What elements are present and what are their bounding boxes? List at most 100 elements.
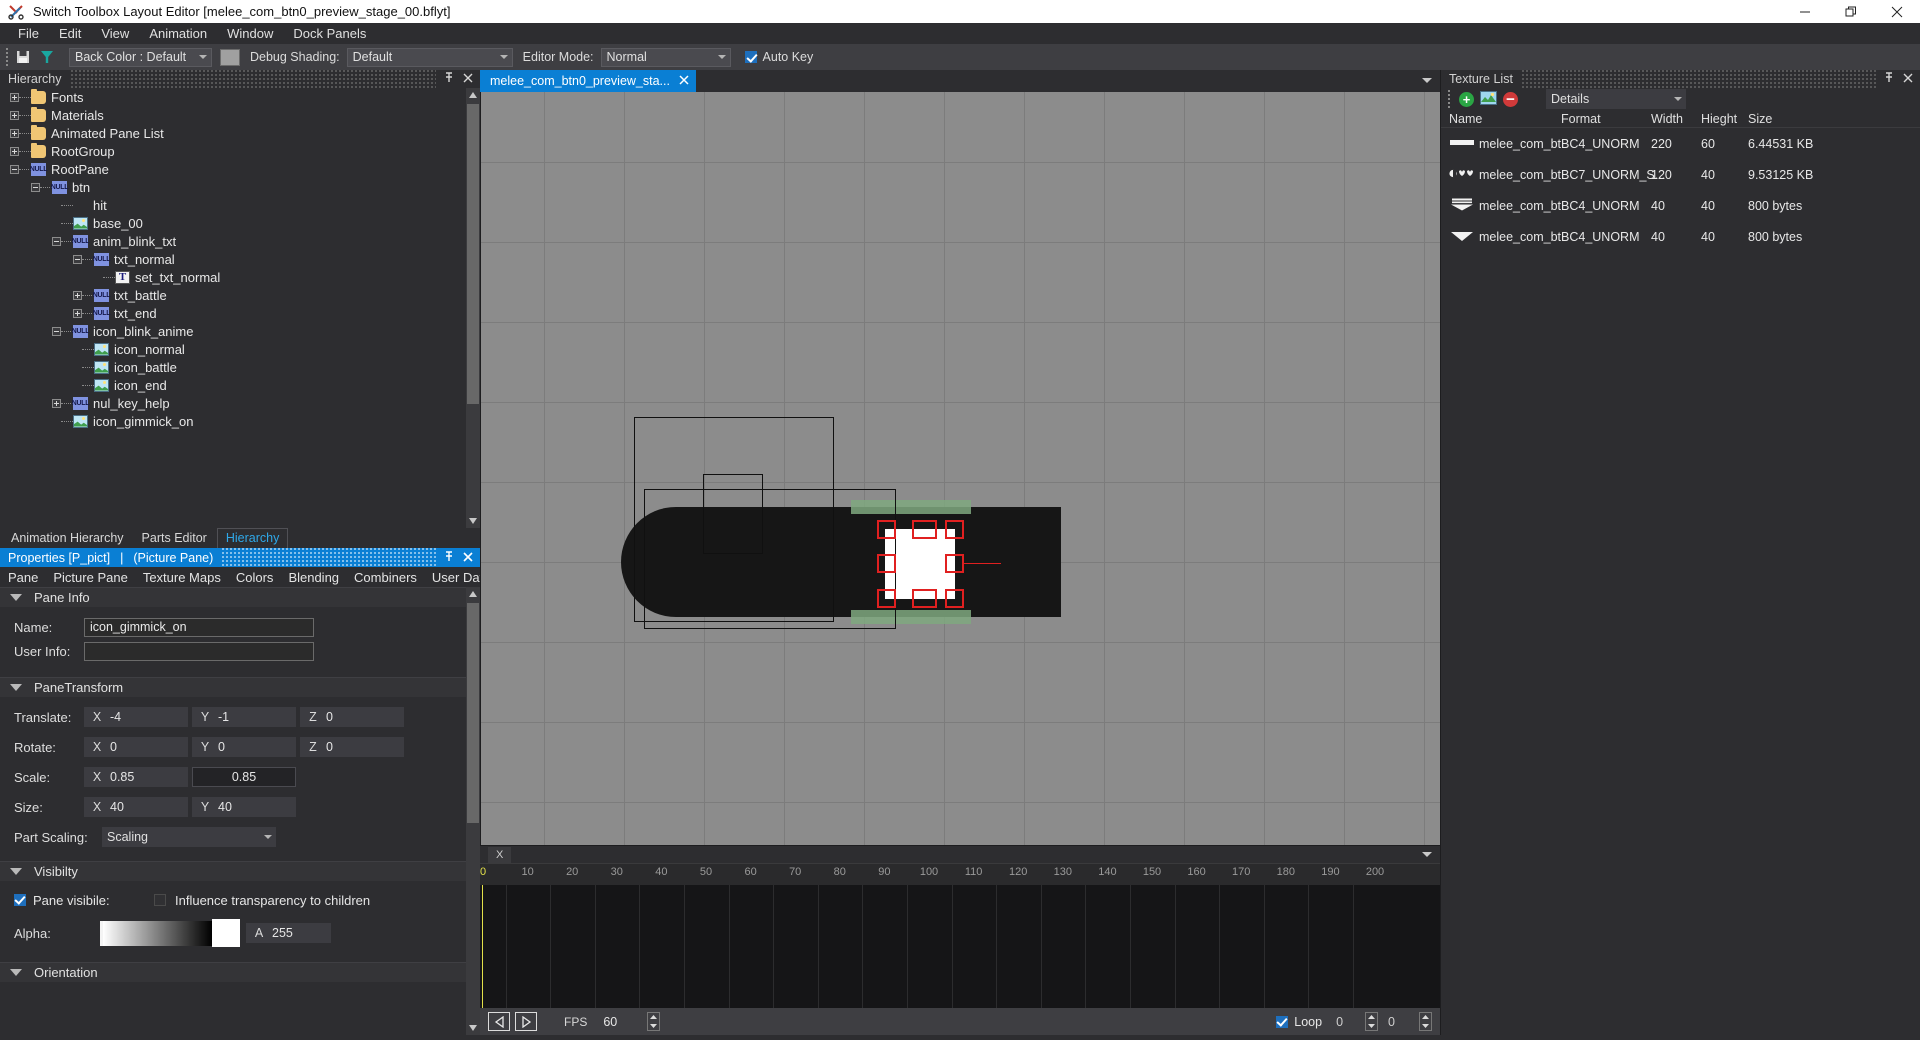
tab-colors[interactable]: Colors <box>236 570 282 585</box>
expander-plus-icon[interactable] <box>10 92 19 102</box>
hierarchy-node-hit[interactable]: hit <box>0 196 480 214</box>
hierarchy-node-icon-end[interactable]: icon_end <box>0 376 480 394</box>
hierarchy-node-nul-key-help[interactable]: NULL nul_key_help <box>0 394 480 412</box>
hierarchy-node-RootGroup[interactable]: RootGroup <box>0 142 480 160</box>
image-icon[interactable] <box>1480 90 1497 108</box>
texture-row[interactable]: melee_com_bt...BC4_UNORM 40 40 800 bytes <box>1441 221 1920 252</box>
hierarchy-node-icon-battle[interactable]: icon_battle <box>0 358 480 376</box>
hierarchy-node-set-txt-normal[interactable]: Tset_txt_normal <box>0 268 480 286</box>
texture-toolbar-grip[interactable] <box>1445 89 1453 109</box>
column-name[interactable]: Name <box>1441 112 1561 126</box>
tab-parts-editor[interactable]: Parts Editor <box>134 529 215 548</box>
expander-plus-icon[interactable] <box>73 308 82 318</box>
influence-transparency-checkbox[interactable] <box>154 894 166 906</box>
pane-name-input[interactable]: icon_gimmick_on <box>84 617 314 637</box>
resize-handle-tr[interactable] <box>945 520 964 539</box>
resize-handle-mr[interactable] <box>945 554 964 573</box>
expander-minus-icon[interactable] <box>10 164 19 174</box>
close-icon[interactable] <box>679 74 689 88</box>
translate-x-field[interactable]: X -4 <box>84 707 188 727</box>
tab-pane[interactable]: Pane <box>8 570 46 585</box>
scale-y-field[interactable]: 0.85 <box>192 767 296 787</box>
play-right-button[interactable] <box>515 1012 537 1031</box>
scroll-thumb[interactable] <box>467 603 479 823</box>
collapse-triangle-icon[interactable] <box>10 868 22 875</box>
chevron-down-icon[interactable] <box>1422 852 1432 857</box>
auto-key-checkbox[interactable] <box>744 51 757 63</box>
resize-handle-tc[interactable] <box>912 520 937 539</box>
collapse-triangle-icon[interactable] <box>10 969 22 976</box>
cursor-tool-icon[interactable] <box>35 46 59 68</box>
close-button[interactable] <box>1874 0 1920 23</box>
expander-minus-icon[interactable] <box>52 236 61 246</box>
pane-visible-checkbox[interactable] <box>14 894 26 906</box>
pin-icon[interactable] <box>1884 72 1894 86</box>
expander-plus-icon[interactable] <box>10 146 19 156</box>
influence-transparency-toggle[interactable]: Influence transparency to children <box>154 893 370 908</box>
user-info-input[interactable] <box>84 641 314 661</box>
layout-canvas[interactable] <box>480 92 1440 845</box>
tab-animation-hierarchy[interactable]: Animation Hierarchy <box>3 529 132 548</box>
menu-item-window[interactable]: Window <box>217 24 283 43</box>
hierarchy-node-btn[interactable]: NULL btn <box>0 178 480 196</box>
part-scaling-combo[interactable]: Scaling <box>102 827 276 847</box>
plus-circle-icon[interactable]: + <box>1459 91 1474 107</box>
menu-item-view[interactable]: View <box>91 24 139 43</box>
menu-item-edit[interactable]: Edit <box>49 24 91 43</box>
menu-item-dock-panels[interactable]: Dock Panels <box>283 24 376 43</box>
back-color-swatch[interactable] <box>220 48 240 66</box>
loop-end-stepper[interactable] <box>1419 1012 1432 1031</box>
pin-icon[interactable] <box>444 72 454 86</box>
expander-plus-icon[interactable] <box>10 110 19 120</box>
expander-minus-icon[interactable] <box>52 326 61 336</box>
timeline-ruler[interactable]: 0 10 20 30 40 50 60 70 80 90 100 110 120 130 140 150 160… <box>480 863 1440 885</box>
collapse-triangle-icon[interactable] <box>10 684 22 691</box>
resize-handle-br[interactable] <box>945 589 964 608</box>
alpha-color-swatch[interactable] <box>212 919 240 947</box>
hierarchy-node-icon-normal[interactable]: icon_normal <box>0 340 480 358</box>
hierarchy-node-txt-battle[interactable]: NULL txt_battle <box>0 286 480 304</box>
chevron-down-icon[interactable] <box>1422 78 1432 83</box>
column-height[interactable]: Hieght <box>1701 112 1748 126</box>
size-y-field[interactable]: Y 40 <box>192 797 296 817</box>
pane-visible-toggle[interactable]: Pane visibile: <box>14 893 154 908</box>
column-format[interactable]: Format <box>1561 112 1651 126</box>
loop-start-stepper[interactable] <box>1365 1012 1379 1031</box>
toolbar-grip[interactable] <box>3 47 11 67</box>
expander-plus-icon[interactable] <box>10 128 19 138</box>
maximize-button[interactable] <box>1828 0 1874 23</box>
scroll-down-icon[interactable] <box>466 514 480 528</box>
hierarchy-node-anim-blink-txt[interactable]: NULL anim_blink_txt <box>0 232 480 250</box>
loop-start-value[interactable]: 0 <box>1336 1015 1343 1029</box>
timeline-grid[interactable] <box>480 885 1440 1008</box>
texture-row[interactable]: melee_com_bt...BC4_UNORM 40 40 800 bytes <box>1441 190 1920 221</box>
expander-minus-icon[interactable] <box>73 254 82 264</box>
resize-handle-bl[interactable] <box>877 589 896 608</box>
properties-scrollbar[interactable] <box>466 587 480 1035</box>
debug-shading-combo[interactable]: Default <box>346 47 513 67</box>
hierarchy-node-icon-gimmick-on[interactable]: icon_gimmick_on <box>0 412 480 430</box>
loop-toggle[interactable]: Loop <box>1276 1015 1322 1029</box>
play-left-button[interactable] <box>488 1012 510 1031</box>
tab-combiners[interactable]: Combiners <box>354 570 425 585</box>
fps-value[interactable]: 60 <box>603 1015 617 1029</box>
fps-stepper[interactable] <box>647 1012 661 1031</box>
hierarchy-tree[interactable]: Fonts Materials Animated Pane List RootGrou… <box>0 88 480 528</box>
menu-item-animation[interactable]: Animation <box>139 24 217 43</box>
expander-plus-icon[interactable] <box>52 398 61 408</box>
rotate-y-field[interactable]: Y 0 <box>192 737 296 757</box>
hierarchy-node-icon-blink-anime[interactable]: NULL icon_blink_anime <box>0 322 480 340</box>
hierarchy-node-RootPane[interactable]: NULL RootPane <box>0 160 480 178</box>
scroll-down-icon[interactable] <box>466 1021 480 1035</box>
tab-texture-maps[interactable]: Texture Maps <box>143 570 229 585</box>
column-size[interactable]: Size <box>1748 112 1868 126</box>
texture-row[interactable]: melee_com_bt...BC7_UNORM_S...120 40 9.5312… <box>1441 159 1920 190</box>
timeline-tab[interactable]: X <box>488 846 512 863</box>
rotate-x-field[interactable]: X 0 <box>84 737 188 757</box>
hierarchy-node-Materials[interactable]: Materials <box>0 106 480 124</box>
texture-view-mode-combo[interactable]: Details <box>1546 89 1686 109</box>
editor-mode-combo[interactable]: Normal <box>600 47 731 67</box>
resize-handle-bc[interactable] <box>912 589 937 608</box>
loop-checkbox[interactable] <box>1276 1015 1289 1028</box>
scroll-up-icon[interactable] <box>466 587 480 601</box>
